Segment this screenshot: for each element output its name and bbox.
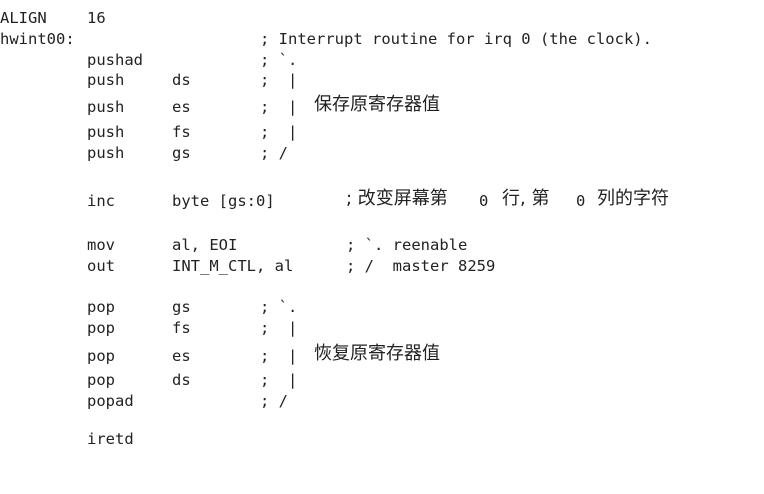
- comment: ; |: [260, 98, 298, 116]
- comment: ; |: [260, 347, 298, 365]
- code-line: pushad ; `.: [0, 49, 297, 71]
- operand: 16: [87, 9, 106, 27]
- mnemonic: pop: [87, 298, 115, 316]
- mnemonic: pop: [87, 371, 115, 389]
- comment-note: 保存原寄存器值: [314, 94, 440, 115]
- operand: fs: [172, 319, 191, 337]
- code-line: push gs ; /: [0, 142, 288, 164]
- mnemonic: mov: [87, 236, 115, 254]
- comment: 行, 第: [502, 188, 550, 209]
- mnemonic: pop: [87, 319, 115, 337]
- mnemonic: push: [87, 123, 125, 141]
- comment: ; `. reenable: [346, 236, 468, 254]
- operand: es: [172, 98, 191, 116]
- mnemonic: push: [87, 98, 125, 116]
- mnemonic: pushad: [87, 51, 143, 69]
- code-line: iretd: [0, 428, 134, 450]
- code-line: popad ; /: [0, 390, 288, 412]
- code-line: pop es ; | 恢复原寄存器值: [0, 343, 440, 367]
- comment: ; 改变屏幕第: [346, 188, 448, 209]
- comment: ; Interrupt routine for irq 0 (the clock…: [260, 30, 652, 48]
- operand: es: [172, 347, 191, 365]
- code-line: pop gs ; `.: [0, 296, 297, 318]
- operand: gs: [172, 144, 191, 162]
- mnemonic: popad: [87, 392, 134, 410]
- comment: ; |: [260, 371, 298, 389]
- comment-number: 0: [479, 192, 489, 210]
- operand: ds: [172, 71, 191, 89]
- comment: ; / master 8259: [346, 257, 496, 275]
- code-line: pop ds ; |: [0, 369, 297, 391]
- operand: al, EOI: [172, 236, 238, 254]
- operand: fs: [172, 123, 191, 141]
- mnemonic: push: [87, 144, 125, 162]
- mnemonic: inc: [87, 192, 115, 210]
- operand: gs: [172, 298, 191, 316]
- comment: ; /: [260, 392, 288, 410]
- code-line: pop fs ; |: [0, 317, 297, 339]
- comment: ; |: [260, 123, 298, 141]
- code-line: push es ; | 保存原寄存器值: [0, 94, 440, 118]
- mnemonic: pop: [87, 347, 115, 365]
- mnemonic: iretd: [87, 430, 134, 448]
- code-line: out INT_M_CTL, al ; / master 8259: [0, 255, 495, 277]
- code-line: hwint00: ; Interrupt routine for irq 0 (…: [0, 28, 652, 50]
- comment: ; /: [260, 144, 288, 162]
- comment: ; `.: [260, 51, 298, 69]
- label: hwint00:: [0, 30, 75, 48]
- mnemonic: out: [87, 257, 115, 275]
- comment: ; `.: [260, 298, 298, 316]
- operand: byte [gs:0]: [172, 192, 275, 210]
- comment: ; |: [260, 319, 298, 337]
- comment-number: 0: [576, 192, 586, 210]
- mnemonic: push: [87, 71, 125, 89]
- code-line: inc byte [gs:0] ; 改变屏幕第 0 行, 第 0 列的字符: [0, 188, 669, 212]
- operand: INT_M_CTL, al: [172, 257, 294, 275]
- code-line: push fs ; |: [0, 121, 297, 143]
- comment: 列的字符: [597, 188, 669, 209]
- comment: ; |: [260, 71, 298, 89]
- comment-note: 恢复原寄存器值: [314, 343, 440, 364]
- code-line: push ds ; |: [0, 69, 297, 91]
- operand: ds: [172, 371, 191, 389]
- directive: ALIGN: [0, 9, 47, 27]
- code-line: ALIGN 16: [0, 7, 106, 29]
- code-line: mov al, EOI ; `. reenable: [0, 234, 467, 256]
